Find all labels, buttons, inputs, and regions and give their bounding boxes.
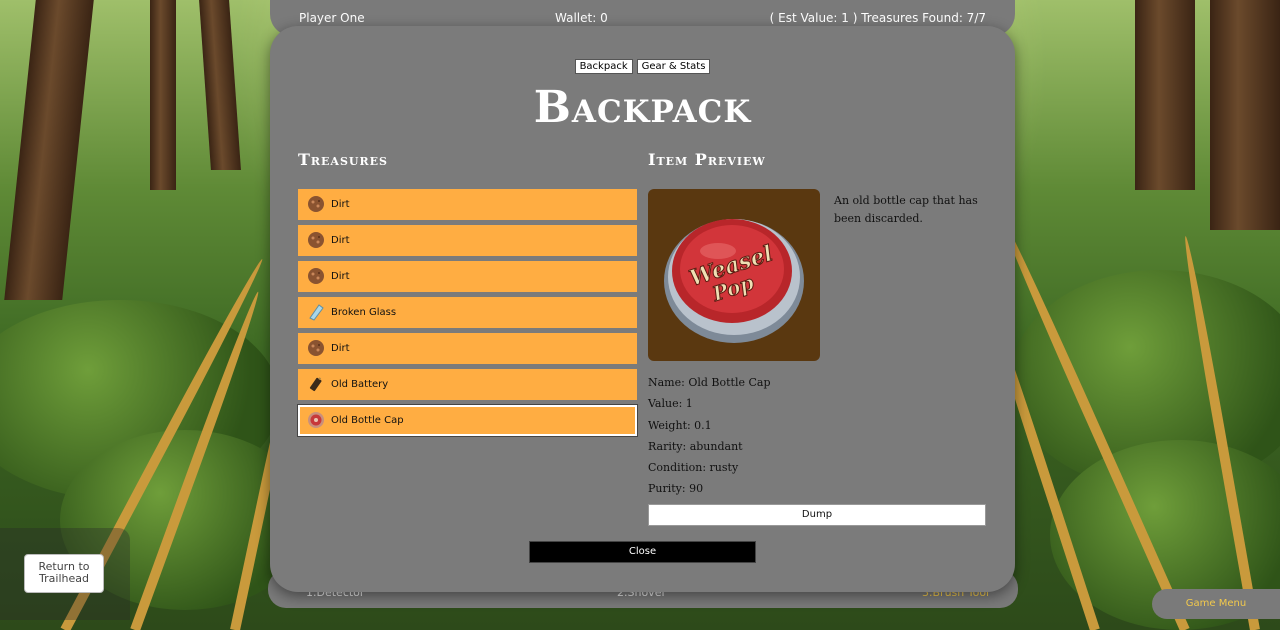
list-item-label: Old Bottle Cap <box>331 415 404 426</box>
item-weight: Weight: 0.1 <box>648 418 712 432</box>
dirt-icon <box>308 340 324 356</box>
item-preview-heading: Item Preview <box>648 150 766 169</box>
player-name: Player One <box>299 11 365 25</box>
game-menu-button[interactable]: Game Menu <box>1152 589 1280 619</box>
item-stats: Name: Old Bottle Cap Value: 1 Weight: 0.… <box>648 376 988 504</box>
list-item[interactable]: Dirt <box>298 225 637 256</box>
dump-button[interactable]: Dump <box>648 504 986 526</box>
list-item[interactable]: Old Bottle Cap <box>298 405 637 436</box>
list-item-label: Broken Glass <box>331 307 397 318</box>
list-item[interactable]: Dirt <box>298 333 637 364</box>
page-title: Backpack <box>533 82 752 133</box>
battery-icon <box>309 377 322 392</box>
list-item[interactable]: Dirt <box>298 261 637 292</box>
wallet-display: Wallet: 0 <box>555 11 608 25</box>
item-description: An old bottle cap that has been discarde… <box>834 194 978 225</box>
item-rarity: Rarity: abundant <box>648 439 743 453</box>
glass-icon <box>309 304 324 321</box>
tab-gear-stats[interactable]: Gear & Stats <box>636 59 711 74</box>
dirt-icon <box>308 196 324 212</box>
treasures-heading: Treasures <box>298 150 388 169</box>
bottle-cap-icon <box>308 412 324 428</box>
return-to-trailhead-button[interactable]: Return to Trailhead <box>24 554 104 593</box>
modal-tabs: Backpack Gear & Stats <box>270 59 1015 74</box>
list-item-label: Dirt <box>331 343 350 354</box>
dirt-icon <box>308 232 324 248</box>
tab-backpack[interactable]: Backpack <box>574 59 633 74</box>
bottle-cap-image: Weasel Pop <box>664 219 804 343</box>
item-preview-image: Weasel Pop <box>648 189 820 361</box>
list-item-label: Dirt <box>331 199 350 210</box>
item-purity: Purity: 90 <box>648 482 704 496</box>
list-item-label: Dirt <box>331 235 350 246</box>
item-value: Value: 1 <box>648 397 693 411</box>
item-name: Name: Old Bottle Cap <box>648 376 771 389</box>
list-item-label: Old Battery <box>331 379 389 390</box>
list-item[interactable]: Old Battery <box>298 369 637 400</box>
close-button[interactable]: Close <box>529 541 756 563</box>
backpack-modal: Backpack Gear & Stats Backpack Treasures… <box>270 26 1015 592</box>
dirt-icon <box>308 268 324 284</box>
treasures-found: ( Est Value: 1 ) Treasures Found: 7/7 <box>769 11 986 25</box>
list-item[interactable]: Dirt <box>298 189 637 220</box>
treasure-list: Dirt Dirt Dirt Broken Glass Dirt Old Bat… <box>298 189 637 441</box>
item-condition: Condition: rusty <box>648 461 739 475</box>
list-item-label: Dirt <box>331 271 350 282</box>
list-item[interactable]: Broken Glass <box>298 297 637 328</box>
